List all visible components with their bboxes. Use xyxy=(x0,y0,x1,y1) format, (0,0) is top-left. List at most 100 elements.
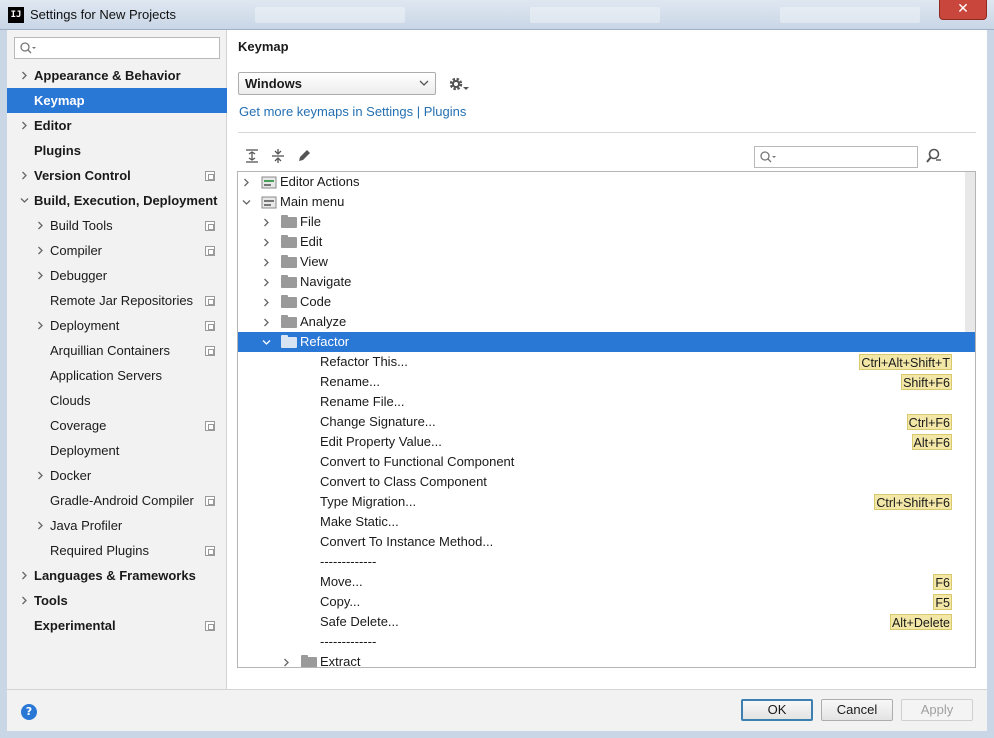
chevron-right-icon[interactable] xyxy=(36,321,45,330)
chevron-down-icon[interactable] xyxy=(20,196,29,205)
chevron-right-icon[interactable] xyxy=(262,258,271,267)
action-row[interactable]: ------------- xyxy=(238,552,965,572)
sidebar-item[interactable]: Experimental xyxy=(7,613,227,638)
chevron-right-icon[interactable] xyxy=(36,271,45,280)
chevron-right-icon[interactable] xyxy=(262,298,271,307)
sidebar-item[interactable]: Coverage xyxy=(7,413,227,438)
sidebar-item[interactable]: Editor xyxy=(7,113,227,138)
sidebar-item[interactable]: Gradle-Android Compiler xyxy=(7,488,227,513)
keymap-select[interactable]: Windows xyxy=(238,72,436,95)
ok-button[interactable]: OK xyxy=(741,699,813,721)
chevron-right-icon[interactable] xyxy=(20,121,29,130)
sidebar-item[interactable]: Build, Execution, Deployment xyxy=(7,188,227,213)
tree-group-row[interactable]: View xyxy=(238,252,965,272)
help-icon[interactable]: ? xyxy=(21,704,37,720)
chevron-right-icon[interactable] xyxy=(282,658,291,667)
sidebar-item-label: Required Plugins xyxy=(50,543,150,558)
tree-group-row[interactable]: Navigate xyxy=(238,272,965,292)
sidebar-item[interactable]: Tools xyxy=(7,588,227,613)
settings-search-input[interactable] xyxy=(14,37,220,59)
chevron-down-icon xyxy=(419,80,429,86)
action-row[interactable]: Safe Delete... Alt+Delete xyxy=(238,612,965,632)
tree-group-row[interactable]: Code xyxy=(238,292,965,312)
tree-row-label: Analyze xyxy=(300,314,347,329)
sidebar-item[interactable]: Debugger xyxy=(7,263,227,288)
tree-group-row[interactable]: Refactor xyxy=(238,332,975,352)
action-row[interactable]: Rename File... xyxy=(238,392,965,412)
tree-group-row[interactable]: Main menu xyxy=(238,192,965,212)
sidebar-item[interactable]: Application Servers xyxy=(7,363,227,388)
gear-icon[interactable] xyxy=(448,74,470,94)
action-row[interactable]: ------------- xyxy=(238,632,965,652)
chevron-right-icon[interactable] xyxy=(20,571,29,580)
tree-group-row[interactable]: File xyxy=(238,212,965,232)
shortcut-badge: Alt+Delete xyxy=(889,614,952,630)
action-row[interactable]: Convert to Class Component xyxy=(238,472,965,492)
chevron-right-icon[interactable] xyxy=(262,318,271,327)
action-row[interactable]: Make Static... xyxy=(238,512,965,532)
sidebar-item[interactable]: Build Tools xyxy=(7,213,227,238)
action-row[interactable]: Edit Property Value... Alt+F6 xyxy=(238,432,965,452)
sidebar-item[interactable]: Keymap xyxy=(7,88,227,113)
dialog-button-bar: ? OK Cancel Apply xyxy=(7,689,987,731)
apply-button[interactable]: Apply xyxy=(901,699,973,721)
window-frame-left xyxy=(0,30,7,738)
cancel-button[interactable]: Cancel xyxy=(821,699,893,721)
sidebar-item[interactable]: Languages & Frameworks xyxy=(7,563,227,588)
sidebar-item[interactable]: Appearance & Behavior xyxy=(7,63,227,88)
chevron-right-icon[interactable] xyxy=(262,218,271,227)
sidebar-item[interactable]: Version Control xyxy=(7,163,227,188)
window-titlebar: IJ Settings for New Projects ✕ xyxy=(0,0,994,30)
action-row[interactable]: Refactor This... Ctrl+Alt+Shift+T xyxy=(238,352,965,372)
action-row[interactable]: Convert to Functional Component xyxy=(238,452,965,472)
more-keymaps-link[interactable]: Get more keymaps in Settings | Plugins xyxy=(239,104,466,119)
find-by-shortcut-icon[interactable] xyxy=(925,148,943,164)
expand-all-icon[interactable] xyxy=(244,148,260,164)
action-row[interactable]: Copy... F5 xyxy=(238,592,965,612)
action-row[interactable]: Change Signature... Ctrl+F6 xyxy=(238,412,965,432)
chevron-right-icon[interactable] xyxy=(242,178,251,187)
project-level-icon xyxy=(205,296,215,306)
sidebar-item-label: Remote Jar Repositories xyxy=(50,293,194,308)
keymap-search-input[interactable] xyxy=(754,146,918,168)
chevron-right-icon[interactable] xyxy=(36,521,45,530)
chevron-down-icon[interactable] xyxy=(242,198,251,207)
sidebar-item[interactable]: Docker xyxy=(7,463,227,488)
tree-group-row[interactable]: Editor Actions xyxy=(238,172,965,192)
tree-group-row[interactable]: Analyze xyxy=(238,312,965,332)
sidebar-item[interactable]: Clouds xyxy=(7,388,227,413)
keymap-actions-tree[interactable]: Editor Actions Main menu File Edit View Navig… xyxy=(237,171,976,668)
chevron-right-icon[interactable] xyxy=(20,596,29,605)
action-row[interactable]: Move... F6 xyxy=(238,572,965,592)
chevron-right-icon[interactable] xyxy=(262,238,271,247)
sidebar-item[interactable]: Compiler xyxy=(7,238,227,263)
tree-scrollbar[interactable] xyxy=(965,172,975,332)
folder-icon xyxy=(281,255,297,268)
tree-row-label: Move... xyxy=(320,574,363,589)
sidebar-item[interactable]: Required Plugins xyxy=(7,538,227,563)
action-row[interactable]: Convert To Instance Method... xyxy=(238,532,965,552)
sidebar-item[interactable]: Arquillian Containers xyxy=(7,338,227,363)
collapse-all-icon[interactable] xyxy=(270,148,286,164)
chevron-down-icon[interactable] xyxy=(262,338,271,347)
tree-group-row[interactable]: Edit xyxy=(238,232,965,252)
chevron-right-icon[interactable] xyxy=(36,221,45,230)
sidebar-item[interactable]: Deployment xyxy=(7,438,227,463)
action-row[interactable]: Type Migration... Ctrl+Shift+F6 xyxy=(238,492,965,512)
chevron-right-icon[interactable] xyxy=(262,278,271,287)
edit-pencil-icon[interactable] xyxy=(296,148,312,164)
chevron-right-icon[interactable] xyxy=(36,471,45,480)
window-close-button[interactable]: ✕ xyxy=(939,0,987,20)
sidebar-item-label: Arquillian Containers xyxy=(50,343,170,358)
chevron-right-icon[interactable] xyxy=(20,171,29,180)
sidebar-item[interactable]: Deployment xyxy=(7,313,227,338)
background-window-tab xyxy=(530,7,660,23)
sidebar-item[interactable]: Remote Jar Repositories xyxy=(7,288,227,313)
sidebar-item[interactable]: Java Profiler xyxy=(7,513,227,538)
sidebar-item[interactable]: Plugins xyxy=(7,138,227,163)
chevron-right-icon[interactable] xyxy=(20,71,29,80)
action-row[interactable]: Extract xyxy=(238,652,965,667)
chevron-right-icon[interactable] xyxy=(36,246,45,255)
sidebar-item-label: Compiler xyxy=(50,243,103,258)
action-row[interactable]: Rename... Shift+F6 xyxy=(238,372,965,392)
